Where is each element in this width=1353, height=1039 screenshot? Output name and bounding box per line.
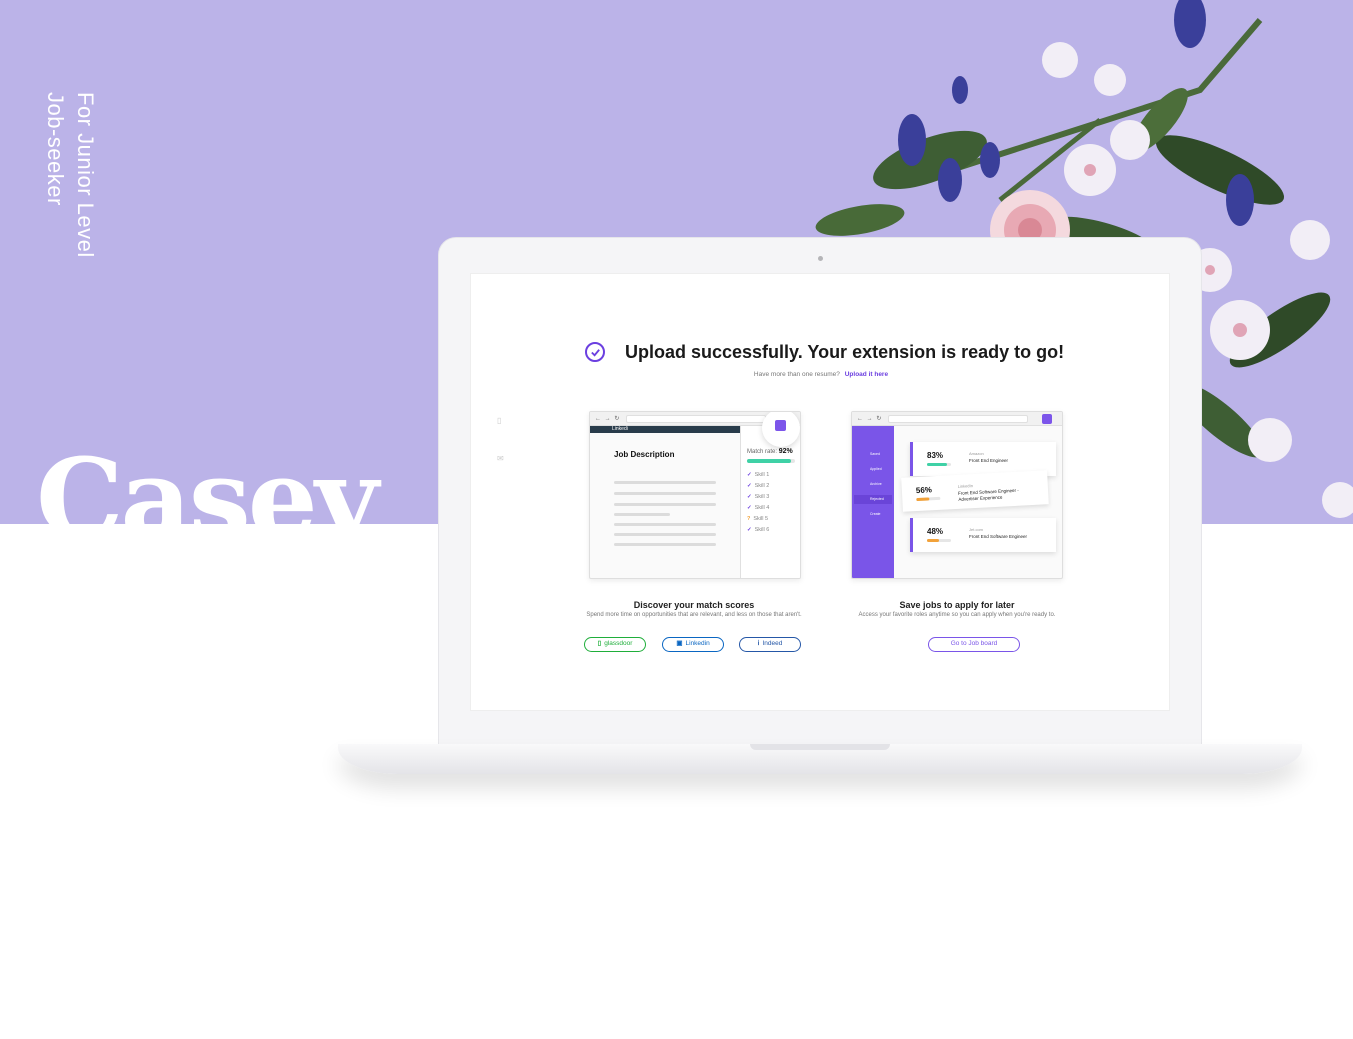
skill-item: ✓ Skill 1	[747, 472, 769, 478]
feature-left-title: Discover your match scores	[633, 600, 755, 610]
extension-icon[interactable]	[1042, 414, 1052, 424]
job-match-fill	[927, 463, 947, 466]
linkedin-icon: ▣	[676, 640, 683, 647]
job-company: LinkedIn	[957, 483, 973, 489]
job-match-percent: 83%	[927, 451, 944, 460]
sidebar-item[interactable]: Applied	[854, 465, 892, 474]
job-board-preview: ← → ↻ Saved Applied Archive Rejected Create …	[851, 411, 1063, 579]
sidebar-item[interactable]: Create	[854, 510, 892, 519]
job-card[interactable]: 48% Jet.com Front End Software Engineer	[910, 518, 1056, 552]
laptop-notch	[750, 744, 890, 750]
extension-icon[interactable]	[775, 420, 786, 431]
tagline-line-2: Job-seeker	[43, 92, 68, 206]
indeed-icon: ⅰ	[757, 640, 760, 647]
address-bar	[888, 415, 1028, 423]
check-icon: ✓	[747, 472, 752, 478]
job-match-track	[927, 539, 951, 542]
sidebar-item[interactable]: Archive	[854, 480, 892, 489]
indeed-button[interactable]: ⅰ Indeed	[739, 637, 801, 652]
skill-item: ✓ Skill 2	[747, 483, 769, 489]
resume-subline: Have more than one resume? Upload it her…	[471, 371, 1169, 378]
address-bar	[626, 415, 766, 423]
job-description-title: Job Description	[614, 450, 675, 459]
text-placeholder-line	[614, 523, 716, 526]
job-board-sidebar: Saved Applied Archive Rejected Create	[852, 426, 894, 578]
skill-label: Skill 4	[754, 505, 770, 511]
match-rate-label: Match rate: 92%	[747, 448, 793, 455]
feature-left-description: Spend more time on opportunities that ar…	[586, 612, 802, 618]
mail-icon: ✉	[497, 454, 504, 463]
match-rate-track	[747, 459, 795, 463]
upload-link[interactable]: Upload it here	[845, 371, 888, 378]
text-placeholder-line	[614, 543, 716, 546]
doc-icon: ▯	[497, 416, 502, 425]
skill-label: Skill 6	[754, 527, 770, 533]
linkedin-button[interactable]: ▣ Linkedin	[662, 637, 724, 652]
skill-item: ✓ Skill 6	[747, 527, 769, 533]
text-placeholder-line	[614, 513, 670, 516]
job-match-fill	[916, 497, 930, 502]
check-circle-icon	[585, 342, 605, 362]
job-match-track	[927, 463, 951, 466]
feature-right-description: Access your favorite roles anytime so yo…	[858, 612, 1056, 618]
match-rate-fill	[747, 459, 792, 463]
match-score-preview: ← → ↻ Linkedi Job Description Match rate…	[589, 411, 801, 579]
job-match-percent: 48%	[927, 527, 944, 536]
vertical-tagline: For Junior Level Job-seeker	[42, 92, 102, 272]
skill-label: Skill 5	[753, 516, 769, 522]
tagline-line-1: For Junior Level	[73, 92, 98, 258]
extension-panel: Match rate: 92% ✓ Skill 1 ✓ Skill 2 ✓ Skill 3…	[740, 426, 800, 578]
skill-label: Skill 3	[754, 494, 770, 500]
brand-title: Casey	[36, 434, 379, 525]
laptop-mockup: ▯ ✉ Upload successfully. Your extension …	[438, 237, 1202, 747]
job-role: Front End Software Engineer	[969, 534, 1028, 539]
skill-label: Skill 2	[754, 483, 770, 489]
text-placeholder-line	[614, 481, 716, 484]
linkedin-header: Linkedi	[590, 426, 740, 433]
skill-item: ? Skill 5	[747, 516, 768, 522]
job-card[interactable]: 56% LinkedIn Front End Software Engineer -…	[901, 470, 1049, 512]
check-icon: ✓	[747, 505, 752, 511]
success-headline: Upload successfully. Your extension is r…	[585, 338, 1085, 366]
job-match-fill	[927, 539, 939, 542]
sub-prompt: Have more than one resume?	[753, 371, 840, 378]
job-board-button[interactable]: Go to Job board	[928, 637, 1020, 652]
job-company: Amazon	[969, 451, 984, 456]
skill-item: ✓ Skill 4	[747, 505, 769, 511]
check-icon: ✓	[747, 527, 752, 533]
check-icon: ✓	[747, 483, 752, 489]
sidebar-item[interactable]: Rejected	[854, 495, 892, 504]
sidebar-item[interactable]: Saved	[854, 450, 892, 459]
match-rate-value: 92%	[778, 448, 793, 455]
check-icon: ✓	[747, 494, 752, 500]
question-icon: ?	[747, 516, 751, 522]
laptop-screen: ▯ ✉ Upload successfully. Your extension …	[470, 273, 1170, 711]
text-placeholder-line	[614, 533, 716, 536]
job-role: Front End Engineer	[969, 458, 1009, 463]
job-role: Front End Software Engineer - Advertiser…	[957, 487, 1019, 502]
linkedin-tab-label: Linkedi	[612, 426, 628, 432]
text-placeholder-line	[614, 492, 716, 495]
skill-item: ✓ Skill 3	[747, 494, 769, 500]
skill-label: Skill 1	[754, 472, 770, 478]
laptop-base	[338, 744, 1302, 774]
browser-nav-icons: ← → ↻	[857, 416, 883, 422]
job-company: Jet.com	[969, 527, 984, 532]
glassdoor-button[interactable]: ▯ glassdoor	[584, 637, 646, 652]
camera-dot	[818, 256, 823, 261]
brand-title-wrapper: Casey	[36, 430, 436, 525]
headline-text: Upload successfully. Your extension is r…	[625, 341, 1065, 362]
browser-toolbar: ← → ↻	[852, 412, 1062, 426]
job-match-track	[916, 496, 941, 502]
feature-right-title: Save jobs to apply for later	[899, 600, 1015, 610]
browser-nav-icons: ← → ↻	[595, 416, 621, 422]
glassdoor-icon: ▯	[597, 640, 602, 647]
job-match-percent: 56%	[915, 485, 933, 496]
text-placeholder-line	[614, 503, 716, 506]
